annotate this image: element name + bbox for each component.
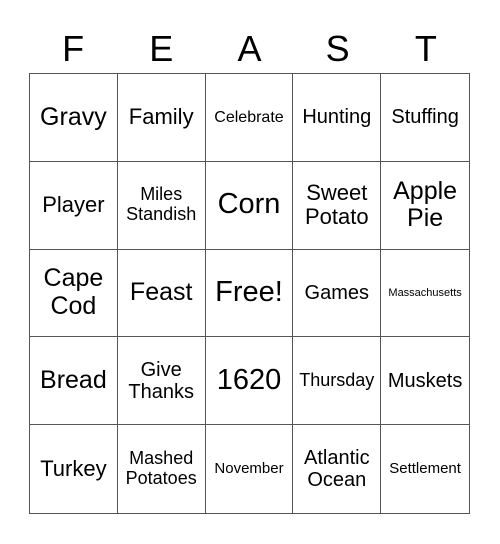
bingo-cell[interactable]: Massachusetts xyxy=(381,250,469,338)
bingo-cell[interactable]: Cape Cod xyxy=(30,249,118,338)
free-space[interactable]: Free! xyxy=(205,249,294,338)
bingo-cell[interactable]: Sweet Potato xyxy=(293,161,382,250)
bingo-cell[interactable]: Family xyxy=(117,74,206,162)
header-letter: T xyxy=(414,28,437,69)
header-letter: E xyxy=(149,28,174,69)
header-letter: A xyxy=(237,28,262,69)
bingo-cell[interactable]: Celebrate xyxy=(205,74,294,162)
header-letter: F xyxy=(62,28,85,69)
bingo-cell[interactable]: Feast xyxy=(117,249,206,338)
header-letter: S xyxy=(325,28,350,69)
bingo-cell[interactable]: Settlement xyxy=(381,425,469,513)
bingo-cell[interactable]: Give Thanks xyxy=(117,337,206,426)
bingo-cell[interactable]: Apple Pie xyxy=(381,162,469,250)
bingo-cell[interactable]: Player xyxy=(30,161,118,250)
bingo-cell[interactable]: Stuffing xyxy=(381,74,469,162)
bingo-grid: Gravy Family Celebrate Hunting Stuffing … xyxy=(29,73,470,514)
bingo-cell[interactable]: Turkey xyxy=(30,425,118,513)
bingo-cell[interactable]: Gravy xyxy=(30,74,118,162)
bingo-cell[interactable]: Atlantic Ocean xyxy=(293,425,382,513)
bingo-cell[interactable]: Mashed Potatoes xyxy=(118,425,206,513)
bingo-header: F E A S T xyxy=(29,26,470,72)
bingo-cell[interactable]: Thursday xyxy=(293,337,382,426)
bingo-cell[interactable]: Games xyxy=(293,249,382,338)
bingo-cell[interactable]: Corn xyxy=(205,161,294,250)
bingo-cell[interactable]: Muskets xyxy=(381,337,469,426)
bingo-cell[interactable]: Miles Standish xyxy=(117,161,206,250)
bingo-cell[interactable]: Hunting xyxy=(293,74,382,162)
bingo-cell[interactable]: 1620 xyxy=(205,337,294,426)
bingo-cell[interactable]: November xyxy=(206,425,294,513)
bingo-cell[interactable]: Bread xyxy=(30,337,118,426)
